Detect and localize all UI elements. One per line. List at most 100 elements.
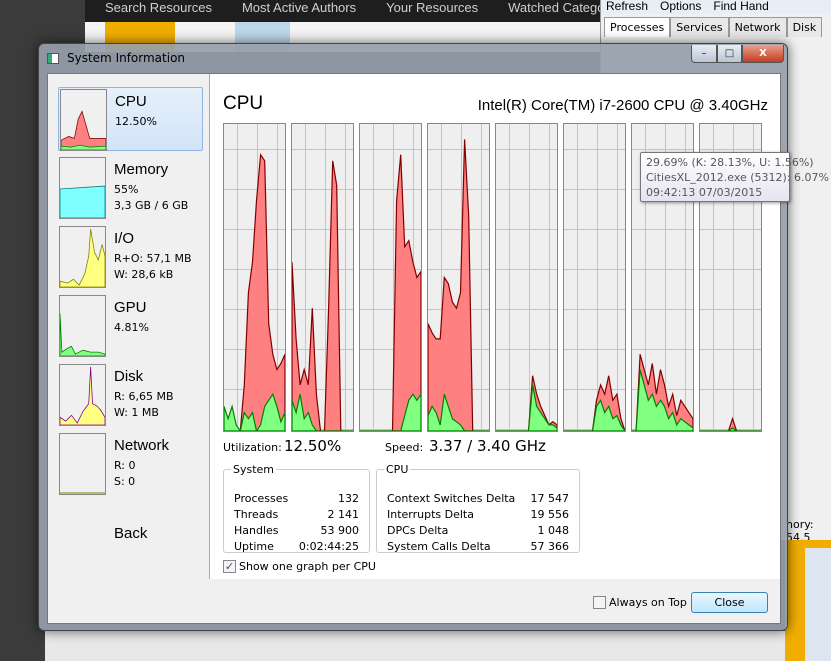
total-cpu-area [224,152,285,431]
checkbox-unchecked-icon[interactable] [593,596,606,609]
sidebar-item-value: R+O: 57,1 MB [114,252,192,265]
cpu-model: Intel(R) Core(TM) i7-2600 CPU @ 3.40GHz [477,97,768,114]
sidebar-item-title: GPU [114,299,147,316]
stat-label: System Calls Delta [387,540,491,553]
cpu-core-graph[interactable] [563,123,626,432]
system-group: System Processes 132 Threads 2 141 Handles 53… [223,463,370,553]
window-title: System Information [67,51,186,65]
cpu-mini-graph [60,89,107,151]
sidebar-item-value: 12.50% [115,115,157,128]
panel-title: CPU [223,93,264,114]
sidebar-item-title: Disk [114,368,144,385]
graph-tooltip: 29.69% (K: 28.13%, U: 1.56%) CitiesXL_20… [640,152,829,202]
stat-value: 2 141 [327,508,360,521]
cpu-core-graph[interactable] [223,123,286,432]
sidebar-item-network[interactable]: Network R: 0 S: 0 [58,432,203,496]
sidebar-item-value-2: W: 28,6 kB [114,268,174,281]
nav-link: Watched Categories [508,0,600,15]
stat-value: 57 366 [530,540,570,553]
stat-row: Uptime 0:02:44:25 [234,540,359,553]
stat-label: Processes [234,492,289,505]
cpu-panel: CPU Intel(R) Core(TM) i7-2600 CPU @ 3.40… [211,74,780,578]
always-on-top-checkbox[interactable]: Always on Top [593,596,687,609]
sidebar-item-title: Memory [114,161,169,178]
memory-mini-graph [59,157,106,219]
cpu-core-graph[interactable] [427,123,490,432]
group-legend: CPU [386,463,409,476]
background-window [785,540,831,661]
minimize-button[interactable]: – [691,45,717,63]
close-button[interactable]: Close [691,592,768,613]
back-link[interactable]: Back [114,525,147,542]
stat-row: Threads 2 141 [234,508,359,521]
nav-link: Your Resources [386,0,479,15]
stat-row: System Calls Delta 57 366 [387,540,569,553]
user-cpu-area [292,394,353,431]
maximize-button[interactable]: □ [717,45,742,63]
user-cpu-area [496,384,557,431]
cpu-core-graph[interactable] [495,123,558,432]
nav-link: Most Active Authors [241,0,357,15]
tab-services: Services [670,17,729,37]
sidebar-item-value: 4.81% [114,321,149,334]
disk-mini-graph [59,364,106,426]
total-cpu-area [292,160,353,431]
app-icon [47,53,59,64]
stat-row: Context Switches Delta 17 547 [387,492,569,505]
sidebar-item-cpu[interactable]: CPU 12.50% [58,87,203,151]
stat-label: DPCs Delta [387,524,449,537]
sidebar-item-value: R: 0 [114,459,136,472]
one-graph-per-cpu-checkbox[interactable]: ✓ Show one graph per CPU [223,560,376,573]
checkbox-label: Show one graph per CPU [239,560,376,573]
sidebar-item-value: 55% [114,183,139,196]
stat-row: DPCs Delta 1 048 [387,524,569,537]
title-bar[interactable]: System Information – □ X [39,44,787,73]
stat-value: 1 048 [537,524,570,537]
tab-processes: Processes [604,17,671,37]
refresh-button: Refresh [606,0,649,13]
window-close-button[interactable]: X [742,45,784,63]
sidebar-item-disk[interactable]: Disk R: 6,65 MB W: 1 MB [58,363,203,427]
background-content-bottom [45,631,785,661]
stat-label: Context Switches Delta [387,492,516,505]
tooltip-usage: 29.69% (K: 28.13%, U: 1.56%) [646,156,814,169]
cpu-core-graph[interactable] [359,123,422,432]
stat-label: Threads [234,508,279,521]
stat-row: Handles 53 900 [234,524,359,537]
tooltip-process: CitiesXL_2012.exe (5312): 6.07% [646,171,829,184]
sidebar-item-title: I/O [114,230,135,247]
user-cpu-area [360,393,421,431]
sidebar-item-io[interactable]: I/O R+O: 57,1 MB W: 28,6 kB [58,225,203,289]
speed-label: Speed: [385,441,424,454]
tab-disk: Disk [786,17,823,37]
sidebar-item-value-2: 3,3 GB / 6 GB [114,199,189,212]
nav-link: Search Resources [105,0,212,15]
cpu-core-graph[interactable] [291,123,354,432]
stat-label: Handles [234,524,279,537]
utilization-label: Utilization: [223,441,282,454]
sidebar-item-value-2: W: 1 MB [114,406,159,419]
stat-value: 132 [338,492,359,505]
io-mini-graph [59,226,106,288]
utilization-value: 12.50% [284,437,342,455]
checkbox-checked-icon[interactable]: ✓ [223,560,236,573]
background-nav-bar: Search Resources Most Active Authors Your … [85,0,600,22]
sidebar-item-gpu[interactable]: GPU 4.81% [58,294,203,358]
stat-label: Interrupts Delta [387,508,474,521]
tooltip-time: 09:42:13 07/03/2015 [646,186,763,199]
sidebar: CPU 12.50% Memory 55% 3,3 GB / 6 GB I/O … [48,74,210,623]
stat-value: 19 556 [530,508,570,521]
sidebar-item-title: Network [114,437,170,454]
options-button: Options [660,0,702,13]
total-cpu-area [360,154,421,431]
stat-row: Interrupts Delta 19 556 [387,508,569,521]
sidebar-item-value: R: 6,65 MB [114,390,174,403]
network-mini-graph [59,433,106,495]
gpu-mini-graph [59,295,106,357]
system-information-window: System Information – □ X CPU 12.50% Memo… [38,43,788,631]
checkbox-label: Always on Top [609,596,687,609]
sidebar-item-memory[interactable]: Memory 55% 3,3 GB / 6 GB [58,156,203,220]
sidebar-item-title: CPU [115,93,147,110]
stat-value: 0:02:44:25 [298,540,359,553]
stat-value: 53 900 [320,524,360,537]
